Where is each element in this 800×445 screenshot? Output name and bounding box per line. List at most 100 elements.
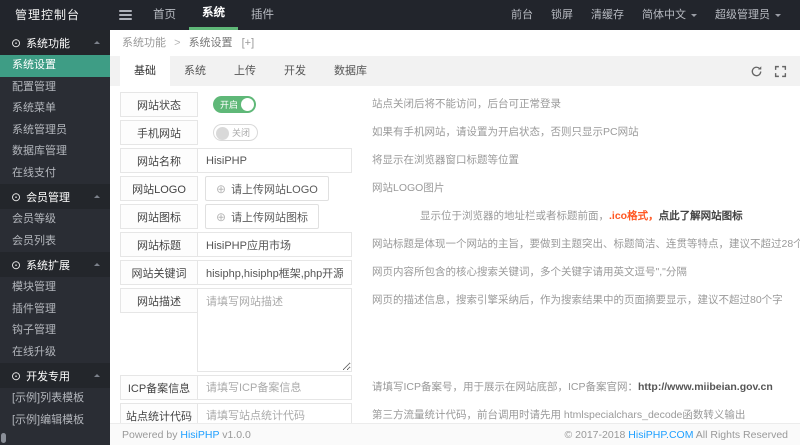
frontend-link[interactable]: 前台 <box>502 0 542 30</box>
site-status-toggle[interactable]: 开启 <box>213 96 257 113</box>
sidebar-group-title: 系统扩展 <box>26 259 71 272</box>
hint-text: 请填写ICP备案号，用于展示在网站底部，ICP备案官网： <box>372 381 639 393</box>
site-name-input[interactable] <box>197 148 352 173</box>
form-row-icp: ICP备案信息 请填写ICP备案号，用于展示在网站底部，ICP备案官网：http… <box>120 375 800 400</box>
topbar: 管理控制台 首页 系统 插件 前台 锁屏 清缓存 简体中文 超级管理员 <box>0 0 800 30</box>
footer: Powered by HisiPHP v1.0.0 © 2017-2018 Hi… <box>110 423 800 445</box>
sidebar-group-extensions[interactable]: ⊙ 系统扩展 <box>0 252 110 277</box>
app-logo: 管理控制台 <box>15 8 81 22</box>
tab-system[interactable]: 系统 <box>170 56 220 86</box>
circle-dot-icon: ⊙ <box>11 189 22 204</box>
form-row-site-status: 网站状态 开启 站点关闭后将不能访问，后台可正常登录 <box>120 92 800 117</box>
refresh-icon[interactable] <box>750 65 763 78</box>
clear-cache-link[interactable]: 清缓存 <box>582 0 633 30</box>
language-menu[interactable]: 简体中文 <box>633 0 706 30</box>
sidebar-group-dev[interactable]: ⊙ 开发专用 <box>0 363 110 388</box>
plus-circle-icon: ⊕ <box>216 209 227 224</box>
main-content: 系统功能 > 系统设置 [+] 基础 系统 上传 开发 数据库 网站状态 开启 … <box>110 30 800 445</box>
toggle-state-label: 开启 <box>220 100 239 110</box>
circle-dot-icon: ⊙ <box>11 257 22 272</box>
sidebar-item-demo-list-template[interactable]: [示例]列表模板 <box>0 388 110 410</box>
sidebar-item-payment[interactable]: 在线支付 <box>0 163 110 185</box>
user-label: 超级管理员 <box>715 9 770 21</box>
sidebar-item-upgrade[interactable]: 在线升级 <box>0 342 110 364</box>
footer-copyright: © 2017-2018 HisiPHP.COM All Rights Reser… <box>565 429 789 441</box>
hint-text: 显示位于浏览器的地址栏或者标题前面， <box>420 210 609 222</box>
field-hint: 站点关闭后将不能访问，后台可正常登录 <box>372 98 561 110</box>
sidebar-item-config[interactable]: 配置管理 <box>0 77 110 99</box>
toggle-knob <box>216 127 229 140</box>
topnav-system[interactable]: 系统 <box>189 0 238 30</box>
settings-form: 网站状态 开启 站点关闭后将不能访问，后台可正常登录 手机网站 关闭 如果有手机… <box>110 86 800 423</box>
sidebar-scrollbar[interactable] <box>1 433 6 443</box>
circle-dot-icon: ⊙ <box>11 368 22 383</box>
menu-icon[interactable] <box>110 0 140 30</box>
chevron-down-icon <box>691 13 697 20</box>
breadcrumb-add-tab[interactable]: [+] <box>242 37 255 49</box>
chevron-up-icon <box>94 260 100 266</box>
icp-input[interactable] <box>197 375 352 400</box>
footer-version: v1.0.0 <box>219 428 251 441</box>
hisiphp-com-link[interactable]: HisiPHP.COM <box>628 429 693 441</box>
sidebar-item-demo-edit-template[interactable]: [示例]编辑模板 <box>0 410 110 432</box>
topnav-home[interactable]: 首页 <box>140 0 189 30</box>
breadcrumb: 系统功能 > 系统设置 [+] <box>110 30 800 56</box>
breadcrumb-current: 系统设置 <box>188 37 233 49</box>
toggle-knob <box>241 98 255 111</box>
tab-upload[interactable]: 上传 <box>220 56 270 86</box>
sidebar-item-plugins[interactable]: 插件管理 <box>0 299 110 321</box>
topbar-right: 前台 锁屏 清缓存 简体中文 超级管理员 <box>502 0 800 30</box>
mobile-site-toggle[interactable]: 关闭 <box>213 124 259 141</box>
stats-code-input[interactable] <box>197 403 352 423</box>
topnav-plugins[interactable]: 插件 <box>238 0 287 30</box>
form-row-mobile-site: 手机网站 关闭 如果有手机网站，请设置为开启状态，否则只显示PC网站 <box>120 120 800 145</box>
sidebar-item-database[interactable]: 数据库管理 <box>0 141 110 163</box>
field-hint: 网站标题是体现一个网站的主旨，要做到主题突出、标题简洁、连贯等特点，建议不超过2… <box>372 238 800 250</box>
site-title-input[interactable] <box>197 232 352 257</box>
sidebar-item-modules[interactable]: 模块管理 <box>0 277 110 299</box>
user-menu[interactable]: 超级管理员 <box>706 0 790 30</box>
favicon-help-link[interactable]: 点此了解网站图标 <box>659 210 743 222</box>
tab-basic[interactable]: 基础 <box>120 56 170 86</box>
sidebar-item-hooks[interactable]: 钩子管理 <box>0 320 110 342</box>
sidebar-group-members[interactable]: ⊙ 会员管理 <box>0 184 110 209</box>
field-label: ICP备案信息 <box>120 375 198 400</box>
form-row-site-title: 网站标题 网站标题是体现一个网站的主旨，要做到主题突出、标题简洁、连贯等特点，建… <box>120 232 800 257</box>
lock-screen-link[interactable]: 锁屏 <box>542 0 582 30</box>
field-label: 站点统计代码 <box>120 403 198 423</box>
footer-copyright-prefix: © 2017-2018 <box>564 428 629 441</box>
fullscreen-icon[interactable] <box>774 65 787 78</box>
tab-dev[interactable]: 开发 <box>270 56 320 86</box>
field-label: 网站标题 <box>120 232 198 257</box>
sidebar-item-admins[interactable]: 系统管理员 <box>0 120 110 142</box>
hisiphp-link[interactable]: HisiPHP <box>180 429 219 441</box>
chevron-up-icon <box>94 192 100 198</box>
icp-official-link[interactable]: http://www.miibeian.gov.cn <box>638 381 773 393</box>
field-hint: 网页的描述信息，搜索引擎采纳后，作为搜索结果中的页面摘要显示，建议不超过80个字 <box>372 294 783 306</box>
sidebar-item-member-levels[interactable]: 会员等级 <box>0 209 110 231</box>
field-hint: 网页内容所包含的核心搜索关键词，多个关键字请用英文逗号","分隔 <box>372 266 687 278</box>
sidebar-item-system-menu[interactable]: 系统菜单 <box>0 98 110 120</box>
breadcrumb-parent[interactable]: 系统功能 <box>122 37 166 49</box>
plus-circle-icon: ⊕ <box>216 181 227 196</box>
chevron-down-icon <box>775 13 781 20</box>
field-label: 网站图标 <box>120 204 198 229</box>
sidebar: ⊙ 系统功能 系统设置 配置管理 系统菜单 系统管理员 数据库管理 在线支付 ⊙… <box>0 30 110 445</box>
sidebar-item-system-settings[interactable]: 系统设置 <box>0 55 110 77</box>
language-label: 简体中文 <box>642 9 686 21</box>
site-description-textarea[interactable] <box>197 288 352 372</box>
sidebar-group-title: 会员管理 <box>26 191 71 204</box>
upload-logo-button[interactable]: ⊕ 请上传网站LOGO <box>205 176 329 201</box>
top-nav: 首页 系统 插件 <box>140 0 287 30</box>
field-hint: 显示位于浏览器的地址栏或者标题前面，.ico格式，点此了解网站图标 <box>420 204 743 229</box>
footer-copyright-suffix: All Rights Reserved <box>693 428 788 441</box>
sidebar-group-system[interactable]: ⊙ 系统功能 <box>0 30 110 55</box>
sidebar-item-member-list[interactable]: 会员列表 <box>0 231 110 253</box>
site-keywords-input[interactable] <box>197 260 352 285</box>
tab-bar: 基础 系统 上传 开发 数据库 <box>110 56 800 86</box>
form-row-site-name: 网站名称 将显示在浏览器窗口标题等位置 <box>120 148 800 173</box>
circle-dot-icon: ⊙ <box>11 35 22 50</box>
field-label: 网站LOGO <box>120 176 198 201</box>
upload-favicon-button[interactable]: ⊕ 请上传网站图标 <box>205 204 320 229</box>
tab-database[interactable]: 数据库 <box>320 56 381 86</box>
